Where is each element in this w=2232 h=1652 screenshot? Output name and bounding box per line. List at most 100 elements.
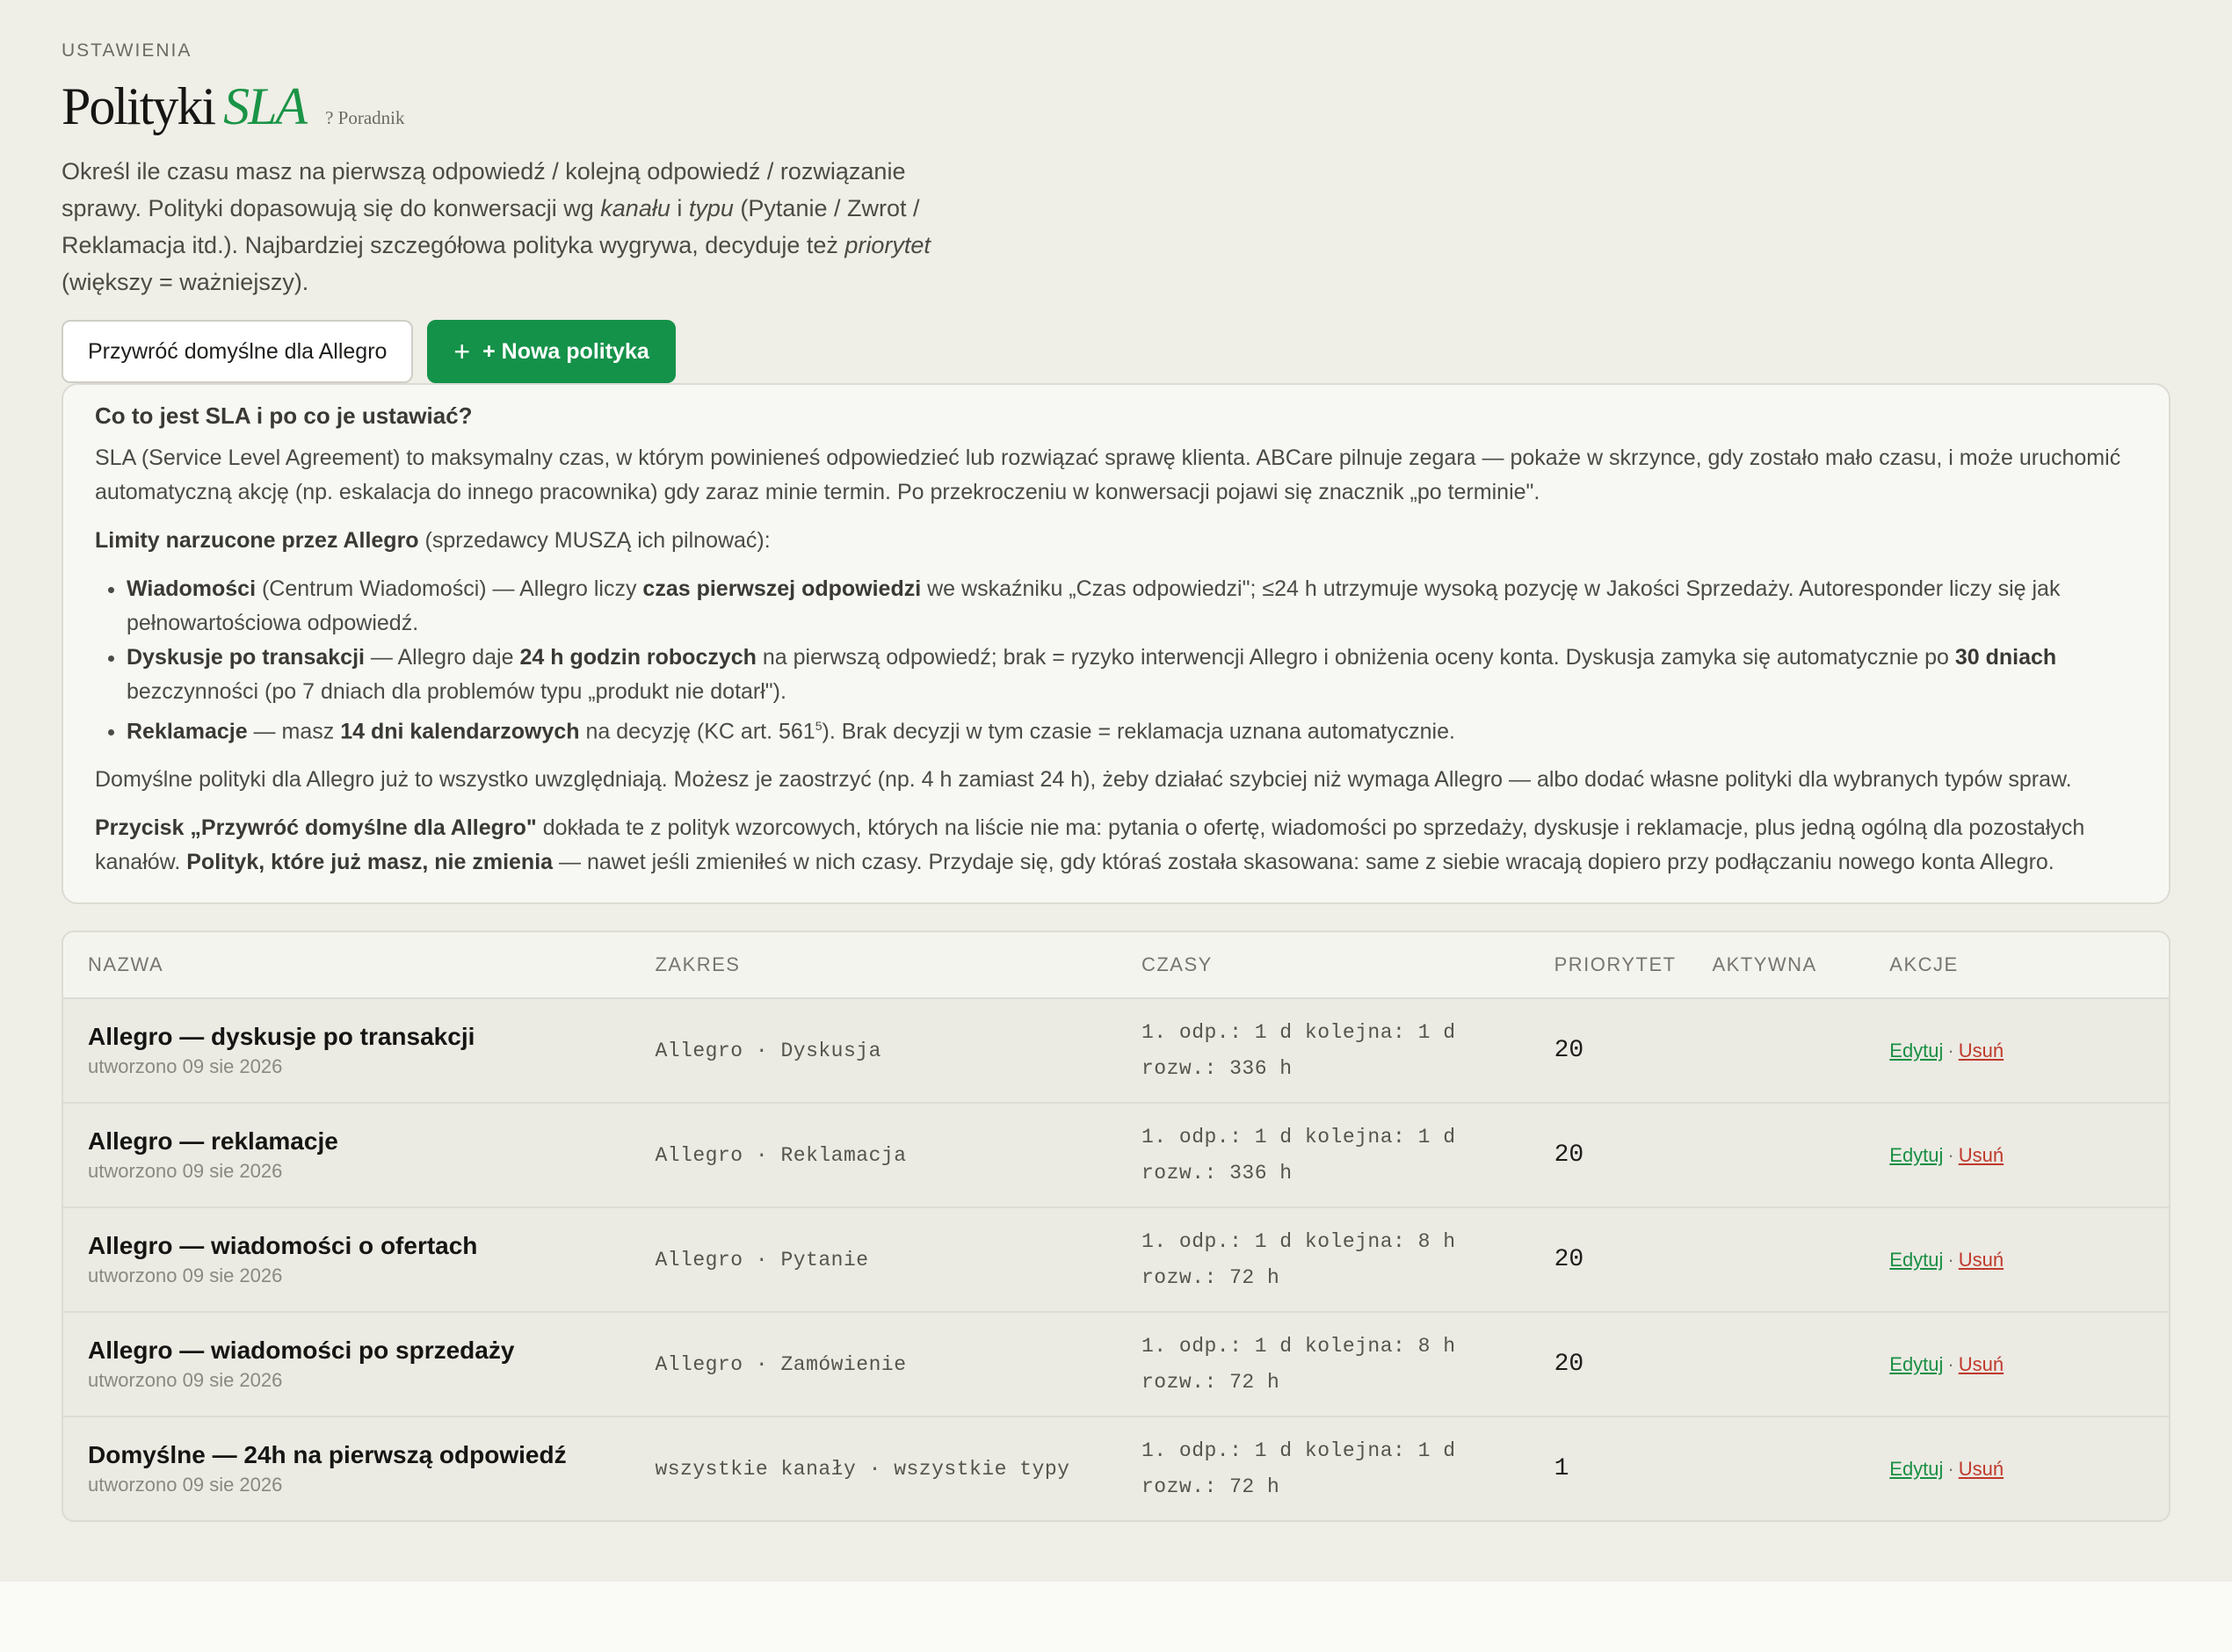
title-row: Polityki SLA ? Poradnik: [62, 74, 2170, 139]
policy-name-cell: Allegro — reklamacje utworzono 09 sie 20…: [63, 1126, 655, 1185]
intro-emphasis-type: typu: [688, 195, 734, 221]
policy-name: Domyślne — 24h na pierwszą odpowiedź: [88, 1440, 567, 1468]
table-row: Allegro — dyskusje po transakcji utworzo…: [63, 999, 2169, 1105]
policy-name-cell: Allegro — dyskusje po transakcji utworzo…: [63, 1021, 655, 1081]
policy-times: 1. odp.: 1 d kolejna: 1 d rozw.: 336 h: [1141, 1119, 1554, 1192]
policy-times: 1. odp.: 1 d kolejna: 1 d rozw.: 72 h: [1141, 1433, 1554, 1505]
policy-priority: 1: [1554, 1455, 1569, 1483]
times-resolution: rozw.: 72 h: [1141, 1370, 1280, 1394]
info-bold: Dyskusje po transakcji: [127, 645, 365, 670]
info-bold: 24 h godzin roboczych: [519, 645, 757, 670]
policy-times: 1. odp.: 1 d kolejna: 8 h rozw.: 72 h: [1141, 1224, 1554, 1296]
delete-link[interactable]: Usuń: [1959, 1144, 2004, 1166]
times-resolution: rozw.: 72 h: [1141, 1474, 1280, 1498]
info-text: ). Brak decyzji w tym czasie = reklamacj…: [822, 719, 1455, 744]
info-bold: Limity narzucone przez Allegro: [95, 528, 419, 553]
table-row: Allegro — wiadomości o ofertach utworzon…: [63, 1208, 2169, 1314]
column-header-priority: PRIORYTET: [1554, 953, 1677, 976]
policy-scope: Allegro · Reklamacja: [655, 1143, 907, 1167]
info-text: — masz: [247, 719, 341, 744]
edit-link[interactable]: Edytuj: [1889, 1458, 1943, 1480]
policy-name: Allegro — wiadomości o ofertach: [88, 1231, 478, 1259]
intro-text: Określ ile czasu masz na pierwszą odpowi…: [62, 153, 949, 301]
info-text: na decyzję (KC art. 561: [579, 719, 815, 744]
section-eyebrow: USTAWIENIA: [62, 40, 192, 61]
info-text: — Allegro daje: [364, 645, 520, 670]
policy-name-cell: Allegro — wiadomości po sprzedaży utworz…: [63, 1335, 655, 1395]
intro-emphasis-channel: kanału: [600, 195, 670, 221]
delete-link[interactable]: Usuń: [1959, 1353, 2004, 1375]
info-text: (sprzedawcy MUSZĄ ich pilnować):: [418, 528, 771, 553]
policy-actions: Edytuj · Usuń: [1889, 1249, 2169, 1272]
page-title: Polityki SLA: [62, 74, 308, 139]
intro-part: (większy = ważniejszy).: [62, 269, 309, 295]
info-paragraph: Przycisk „Przywróć domyślne dla Allegro"…: [95, 811, 2137, 880]
info-superscript: 5: [815, 719, 823, 733]
policy-times: 1. odp.: 1 d kolejna: 1 d rozw.: 336 h: [1141, 1015, 1554, 1087]
actions-separator: ·: [1947, 1039, 1954, 1061]
policy-times: 1. odp.: 1 d kolejna: 8 h rozw.: 72 h: [1141, 1329, 1554, 1401]
restore-defaults-button[interactable]: Przywróć domyślne dla Allegro: [62, 320, 414, 383]
info-bold: 14 dni kalendarzowych: [340, 719, 580, 744]
list-item: Reklamacje — masz 14 dni kalendarzowych …: [127, 709, 2137, 749]
page-title-main: Polityki: [62, 77, 216, 135]
info-text: na pierwszą odpowiedź; brak = ryzyko int…: [756, 645, 1955, 670]
policy-priority: 20: [1554, 1141, 1584, 1170]
edit-link[interactable]: Edytuj: [1889, 1040, 1943, 1061]
info-bold: Reklamacje: [127, 719, 248, 744]
allegro-limits-list: Wiadomości (Centrum Wiadomości) — Allegr…: [95, 572, 2137, 749]
edit-link[interactable]: Edytuj: [1889, 1353, 1943, 1375]
new-policy-button[interactable]: + + Nowa polityka: [427, 320, 676, 383]
info-bold: czas pierwszej odpowiedzi: [642, 576, 922, 601]
table-header: NAZWA ZAKRES CZASY PRIORYTET AKTYWNA AKC…: [63, 932, 2169, 1000]
info-paragraph: SLA (Service Level Agreement) to maksyma…: [95, 446, 2121, 504]
times-resolution: rozw.: 72 h: [1141, 1265, 1280, 1289]
edit-link[interactable]: Edytuj: [1889, 1144, 1943, 1166]
table-row: Domyślne — 24h na pierwszą odpowiedź utw…: [63, 1417, 2169, 1521]
column-header-actions: AKCJE: [1889, 953, 1959, 976]
actions-separator: ·: [1947, 1143, 1954, 1166]
policy-name: Allegro — wiadomości po sprzedaży: [88, 1336, 515, 1364]
info-bold: Wiadomości: [127, 576, 257, 601]
page-title-accent: SLA: [223, 77, 308, 135]
policy-actions: Edytuj · Usuń: [1889, 1040, 2169, 1062]
times-resolution: rozw.: 336 h: [1141, 1161, 1293, 1185]
info-bold: Przycisk „Przywróć domyślne dla Allegro": [95, 815, 537, 841]
info-paragraph: Domyślne polityki dla Allegro już to wsz…: [95, 767, 2072, 793]
new-policy-label: + Nowa polityka: [482, 338, 649, 364]
info-text: bezczynności (po 7 dniach dla problemów …: [127, 679, 786, 704]
info-limits-intro: Limity narzucone przez Allegro (sprzedaw…: [95, 524, 2137, 558]
times-response: 1. odp.: 1 d kolejna: 1 d: [1141, 1125, 1456, 1148]
times-response: 1. odp.: 1 d kolejna: 8 h: [1141, 1229, 1456, 1253]
policy-name: Allegro — dyskusje po transakcji: [88, 1022, 475, 1050]
guide-link[interactable]: ? Poradnik: [325, 107, 404, 129]
policy-name-cell: Domyślne — 24h na pierwszą odpowiedź utw…: [63, 1439, 655, 1499]
info-text: (Centrum Wiadomości) — Allegro liczy: [256, 576, 643, 601]
sla-policies-table: NAZWA ZAKRES CZASY PRIORYTET AKTYWNA AKC…: [62, 931, 2170, 1523]
policy-created: utworzono 09 sie 2026: [88, 1473, 283, 1496]
times-response: 1. odp.: 1 d kolejna: 8 h: [1141, 1334, 1456, 1358]
settings-content: USTAWIENIA Polityki SLA ? Poradnik Określ…: [62, 39, 2170, 1523]
list-item: Wiadomości (Centrum Wiadomości) — Allegr…: [127, 572, 2137, 641]
policy-actions: Edytuj · Usuń: [1889, 1353, 2169, 1376]
table-row: Allegro — reklamacje utworzono 09 sie 20…: [63, 1104, 2169, 1209]
actions-separator: ·: [1947, 1457, 1954, 1480]
policy-name-cell: Allegro — wiadomości o ofertach utworzon…: [63, 1230, 655, 1290]
policy-actions: Edytuj · Usuń: [1889, 1458, 2169, 1481]
delete-link[interactable]: Usuń: [1959, 1249, 2004, 1271]
times-response: 1. odp.: 1 d kolejna: 1 d: [1141, 1438, 1456, 1462]
delete-link[interactable]: Usuń: [1959, 1458, 2004, 1480]
table-row: Allegro — wiadomości po sprzedaży utworz…: [63, 1313, 2169, 1418]
policy-created: utworzono 09 sie 2026: [88, 1264, 283, 1286]
policy-created: utworzono 09 sie 2026: [88, 1159, 283, 1182]
edit-link[interactable]: Edytuj: [1889, 1249, 1943, 1271]
delete-link[interactable]: Usuń: [1959, 1040, 2004, 1061]
intro-emphasis-priority: priorytet: [844, 232, 931, 258]
policy-scope: Allegro · Dyskusja: [655, 1039, 881, 1062]
actions-separator: ·: [1947, 1248, 1954, 1271]
policy-priority: 20: [1554, 1246, 1584, 1274]
times-resolution: rozw.: 336 h: [1141, 1056, 1293, 1080]
column-header-times: CZASY: [1141, 953, 1213, 976]
policy-created: utworzono 09 sie 2026: [88, 1368, 283, 1391]
actions-separator: ·: [1947, 1352, 1954, 1375]
